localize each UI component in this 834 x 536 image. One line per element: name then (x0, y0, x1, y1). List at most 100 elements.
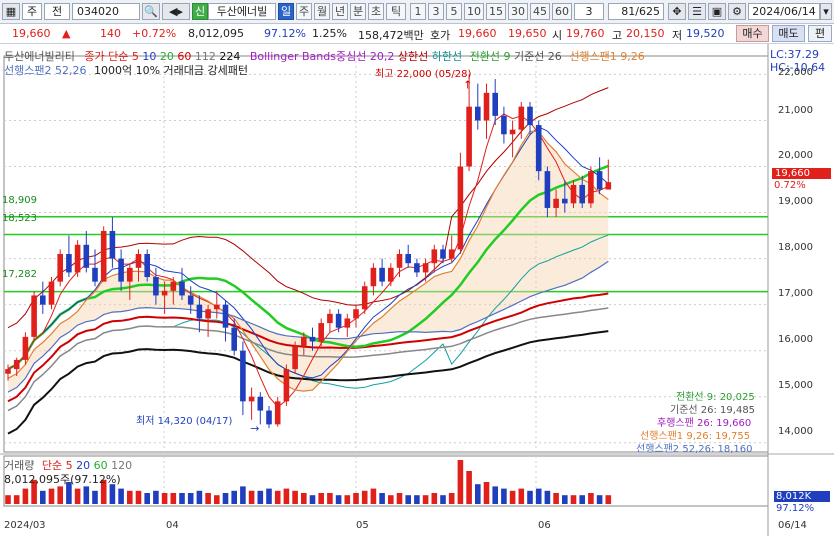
candle-body (205, 309, 211, 319)
y-tick-17000: 17,000 (778, 288, 813, 299)
min-60[interactable]: 60 (552, 3, 572, 20)
volume-bar (466, 471, 472, 504)
quote-strip: 19,660 ▲ 140 +0.72% 8,012,095 97.12% 1.2… (0, 24, 834, 44)
volume-bar (170, 493, 177, 504)
list-icon[interactable]: ☰ (688, 3, 706, 20)
x-label-06: 06 (538, 520, 551, 531)
candle-body (422, 263, 429, 273)
y-tick-16000: 16,000 (778, 334, 813, 345)
change-percent: +0.72% (132, 27, 177, 40)
candle-body (553, 198, 559, 208)
candle-body (492, 92, 498, 116)
candle-body (240, 350, 246, 402)
volume-bar (518, 488, 525, 504)
pct-tag: 0.72% (774, 180, 806, 191)
candle-body (335, 313, 342, 328)
candle-body (292, 346, 298, 370)
volume-bar (448, 493, 455, 504)
candle-body (74, 244, 81, 273)
candle-body (135, 254, 142, 268)
arrows-icon[interactable]: ✥ (668, 3, 686, 20)
volume-bar (135, 490, 142, 504)
candle-body (257, 396, 264, 411)
min-15[interactable]: 15 (486, 3, 506, 20)
period-minute[interactable]: 분 (350, 3, 366, 20)
grid-icon[interactable]: ▦ (2, 3, 20, 20)
save-icon[interactable]: ▣ (708, 3, 726, 20)
volume-bar (109, 484, 116, 504)
period-month[interactable]: 월 (314, 3, 330, 20)
prev-toggle[interactable]: 전 (44, 3, 70, 20)
min-3[interactable]: 3 (428, 3, 444, 20)
bid-label: 호가 (430, 29, 451, 42)
lc-value: LC:37.29 (770, 48, 820, 61)
count-display[interactable]: 81/625 (608, 3, 664, 20)
period-tick[interactable]: 틱 (386, 3, 406, 20)
y-tick-19000: 19,000 (778, 196, 813, 207)
volume-bar (483, 482, 490, 504)
volume-bar (318, 493, 324, 504)
volume-bar (335, 495, 342, 504)
code-input[interactable]: 034020 (72, 3, 140, 20)
period-second[interactable]: 초 (368, 3, 384, 20)
volume-bar (196, 490, 203, 504)
order-button[interactable]: 편 (808, 25, 832, 42)
min-10[interactable]: 10 (464, 3, 484, 20)
x-label-2024-03: 2024/03 (4, 520, 46, 531)
min-5[interactable]: 5 (446, 3, 462, 20)
volume-bar (379, 493, 385, 504)
min-1[interactable]: 1 (410, 3, 426, 20)
volume-bar (214, 495, 220, 504)
legend-bb-lower: 하한선 (431, 50, 463, 63)
market-select[interactable]: 주 (22, 3, 42, 20)
volume-bar (179, 493, 185, 504)
min-45[interactable]: 45 (530, 3, 550, 20)
volume-bar (440, 495, 446, 504)
volume-bar (535, 488, 542, 504)
candle-body (100, 230, 107, 282)
candle-body (92, 267, 98, 282)
period-day[interactable]: 일 (278, 3, 294, 20)
candle-body (570, 184, 577, 204)
candle-body (448, 249, 455, 259)
candle-body (579, 184, 585, 204)
candle-body (118, 258, 124, 282)
chart-area[interactable]: ↑ → 두산에너빌리티 종가 단순 5 10 20 60 112 224 Boll… (0, 44, 834, 536)
volume-bar (309, 495, 316, 504)
sell-button[interactable]: 매도 (772, 25, 805, 42)
candle-body (40, 295, 46, 305)
search-icon[interactable]: 🔍 (142, 3, 160, 20)
candle-body (518, 106, 525, 130)
gear-icon[interactable]: ⚙ (728, 3, 746, 20)
volume-bar (570, 495, 577, 504)
candle-body (596, 171, 603, 190)
date-input[interactable]: 2024/06/14 (748, 3, 820, 20)
period-week[interactable]: 주 (296, 3, 312, 20)
candle-body (161, 290, 168, 296)
calendar-icon[interactable]: ▾ (820, 3, 832, 20)
candle-body (527, 106, 533, 126)
candle-body (170, 281, 177, 291)
credit-badge: 신 (192, 3, 208, 20)
volume-bar (544, 490, 551, 504)
amount-value: 158,472백만 (358, 29, 424, 42)
candle-body (309, 336, 316, 342)
volume-bar (48, 488, 55, 504)
price-frame (3, 55, 769, 453)
candle-body (153, 277, 159, 296)
period-year[interactable]: 년 (332, 3, 348, 20)
candle-body (214, 304, 220, 310)
candle-body (588, 171, 594, 204)
min-30[interactable]: 30 (508, 3, 528, 20)
volume-bar (301, 493, 307, 504)
volume-bar (153, 490, 159, 504)
candle-body (475, 106, 481, 121)
interval-select[interactable]: 3 (574, 3, 604, 20)
candle-body (544, 171, 551, 208)
candle-body (562, 198, 568, 204)
price-tag: 19,660 (772, 168, 831, 179)
bid-price-1: 19,660 (458, 27, 497, 40)
volume-bar (161, 493, 168, 504)
speaker-icon[interactable]: ◀▸ (162, 3, 190, 20)
buy-button[interactable]: 매수 (736, 25, 769, 42)
